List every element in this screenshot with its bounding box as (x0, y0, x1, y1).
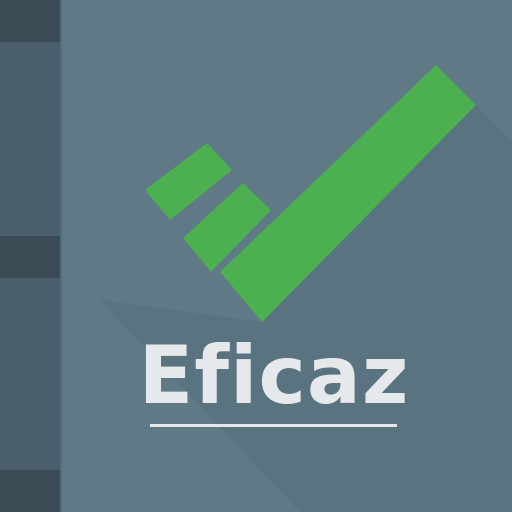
app-icon: Eficaz (0, 0, 512, 512)
check-mark-icon (100, 65, 512, 512)
long-shadow (100, 65, 512, 512)
app-name-underline (150, 424, 397, 427)
app-name: Eficaz (138, 329, 410, 422)
